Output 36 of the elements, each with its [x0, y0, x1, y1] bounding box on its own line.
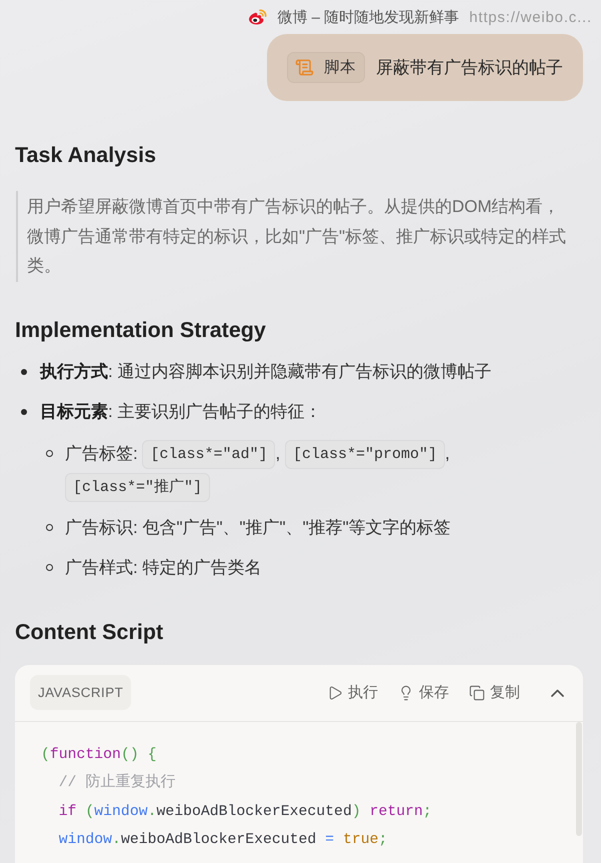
copy-icon — [469, 684, 485, 701]
list-text: 执行方式: 通过内容脚本识别并隐藏带有广告标识的微博帖子 — [40, 362, 492, 380]
section-heading: Content Script — [15, 618, 164, 646]
section-heading: Implementation Strategy — [15, 316, 266, 344]
circle-bullet-icon — [46, 450, 53, 457]
circle-bullet-icon — [46, 524, 53, 532]
code-line: // 防止重复执行 — [58, 772, 176, 794]
language-label: JAVASCRIPT — [30, 675, 132, 710]
list-text: 目标元素: 主要识别广告帖子的特征： — [40, 402, 322, 420]
code-line: (function() { — [41, 746, 158, 765]
code-line: if (window.weiboAdBlockerExecuted) return; — [58, 802, 433, 822]
inline-code: [class*="ad"] — [142, 440, 276, 469]
site-title: 微博 – 随时随地发现新鲜事 — [278, 8, 460, 26]
list-text: , — [275, 444, 282, 462]
code-line: window.weiboAdBlockerExecuted = true; — [58, 831, 388, 850]
circle-bullet-icon — [46, 564, 53, 572]
bullet-icon — [21, 408, 27, 414]
bullet-icon — [21, 368, 27, 374]
section-heading: Task Analysis — [15, 142, 156, 169]
save-button[interactable]: 保存 — [398, 683, 449, 702]
inline-code: [class*="推广"] — [65, 472, 210, 502]
tag-label: 脚本 — [324, 58, 356, 78]
inline-code: [class*="promo"] — [284, 440, 445, 469]
logo-icon — [248, 9, 267, 25]
list-text: 广告标识: 包含"广告"、"推广"、"推荐"等文字的标签 — [65, 518, 451, 537]
list-text: 广告标签: — [65, 444, 139, 462]
message-text: 屏蔽带有广告标识的帖子 — [376, 57, 563, 79]
quote-text: 用户希望屏蔽微博首页中带有广告标识的帖子。从提供的DOM结构看，微博广告通常带有特定的标识，比如"广告"标签、推广标识或特定的样式类。 — [16, 191, 569, 282]
site-url: https://weibo.c... — [469, 8, 592, 26]
copy-button[interactable]: 复制 — [469, 683, 520, 702]
play-icon — [327, 684, 343, 701]
run-button[interactable]: 执行 — [327, 683, 378, 702]
list-text: 广告样式: 特定的广告类名 — [65, 558, 262, 577]
scroll-icon — [295, 58, 314, 77]
list-text: , — [444, 444, 450, 462]
chevron-up-icon — [551, 688, 564, 697]
